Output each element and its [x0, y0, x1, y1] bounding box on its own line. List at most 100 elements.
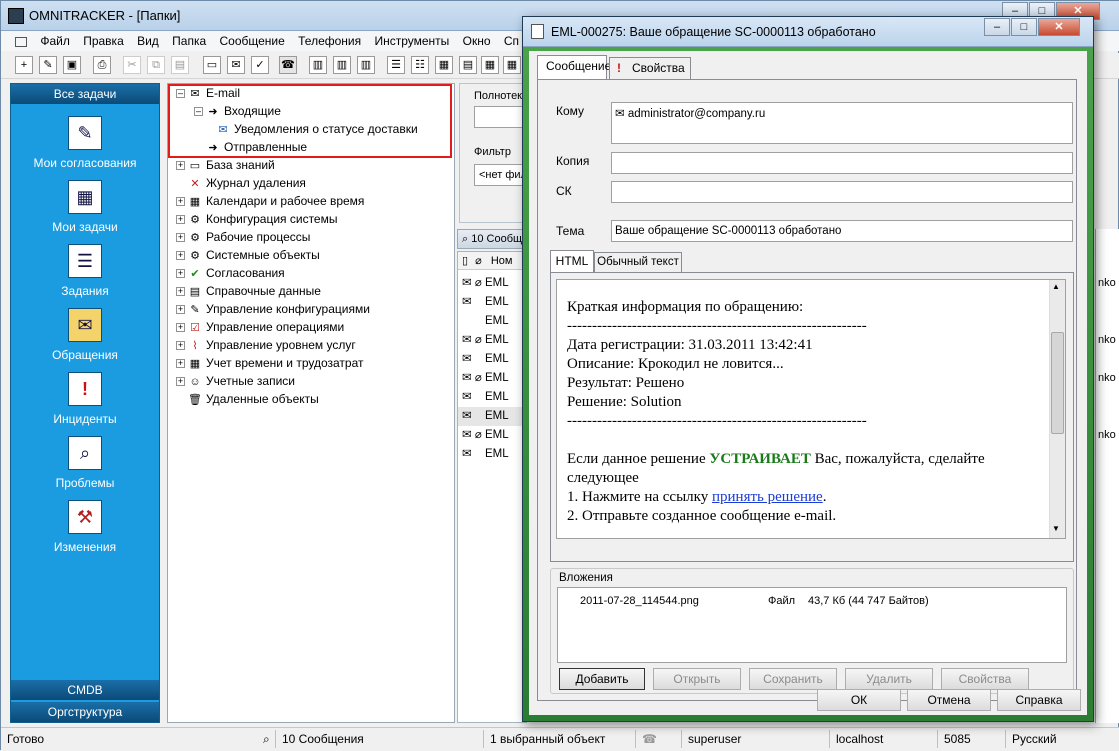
taskpane-item-problems[interactable]: ⌕ Проблемы [11, 436, 159, 490]
save-attachment-button[interactable]: Сохранить [749, 668, 837, 690]
taskpane-cmdb[interactable]: CMDB [11, 680, 159, 700]
cancel-button[interactable]: Отмена [907, 689, 991, 711]
list-icon[interactable]: ☰ [387, 56, 405, 74]
taskpane-item-assignments[interactable]: ☰ Задания [11, 244, 159, 298]
tree-node-system-config[interactable]: + ⚙ Конфигурация системы [176, 210, 337, 228]
menu-item-window[interactable]: Окно [463, 31, 491, 51]
tab-html[interactable]: HTML [550, 250, 594, 272]
menu-item-file[interactable]: Файл [40, 31, 70, 51]
expand-icon[interactable]: + [176, 251, 185, 261]
body-scrollbar[interactable]: ▲ ▼ [1049, 280, 1065, 538]
list-item[interactable]: ✉ ⌀ EML [458, 388, 524, 407]
minimize-icon[interactable]: – [984, 18, 1010, 36]
tree-node-service-level[interactable]: + ⌇ Управление уровнем услуг [176, 336, 356, 354]
window-icon[interactable]: ▭ [203, 56, 221, 74]
envelope-icon[interactable]: ✉ [227, 56, 245, 74]
tree-node-reference-data[interactable]: + ▤ Справочные данные [176, 282, 321, 300]
list-item[interactable]: ✉ ⌀ EML [458, 331, 524, 350]
list-item[interactable]: ✉ ⌀ EML [458, 426, 524, 445]
taskpane-item-my-tasks[interactable]: ▦ Мои задачи [11, 180, 159, 234]
list-item[interactable]: ✉ ⌀ EML [458, 293, 524, 312]
tab-properties[interactable]: ! Свойства [609, 57, 691, 79]
tree-node-knowledge-base[interactable]: + ▭ База знаний [176, 156, 275, 174]
cut-icon[interactable]: ✂ [123, 56, 141, 74]
ok-button[interactable]: ОК [817, 689, 901, 711]
tree-node-approvals[interactable]: + ✔ Согласования [176, 264, 285, 282]
expand-icon[interactable]: + [176, 341, 185, 351]
scroll-down-icon[interactable]: ▼ [1052, 524, 1060, 533]
layout3-icon[interactable]: ▥ [357, 56, 375, 74]
preview-icon[interactable]: ▤ [459, 56, 477, 74]
new-icon[interactable]: + [15, 56, 33, 74]
scrollbar-thumb[interactable] [1051, 332, 1064, 434]
menu-item-help[interactable]: Сп [504, 31, 519, 51]
tree-node-time-tracking[interactable]: + ▦ Учет времени и трудозатрат [176, 354, 364, 372]
print-icon[interactable]: ⎙ [93, 56, 111, 74]
open-attachment-button[interactable]: Открыть [653, 668, 741, 690]
layout2-icon[interactable]: ▥ [333, 56, 351, 74]
cc-field[interactable] [611, 152, 1073, 174]
menu-item-tools[interactable]: Инструменты [374, 31, 449, 51]
calendar-icon[interactable]: ▦ [435, 56, 453, 74]
tree-node-system-objects[interactable]: + ⚙ Системные объекты [176, 246, 320, 264]
help-button[interactable]: Справка [997, 689, 1081, 711]
subject-field[interactable]: Ваше обращение SC-0000113 обработано [611, 220, 1073, 242]
edit-icon[interactable]: ✎ [39, 56, 57, 74]
list-item-selected[interactable]: ✉ ⌀ EML [458, 407, 524, 426]
list-item[interactable]: ✉ ⌀ EML [458, 369, 524, 388]
details-icon[interactable]: ☷ [411, 56, 429, 74]
list-item[interactable]: ✉ ⌀ EML [458, 350, 524, 369]
phone-icon[interactable]: ☎ [279, 56, 297, 74]
tree-node-accounts[interactable]: + ☺ Учетные записи [176, 372, 295, 390]
maximize-icon[interactable]: □ [1011, 18, 1037, 36]
taskpane-org-structure[interactable]: Оргструктура [11, 702, 159, 722]
menu-item-message[interactable]: Сообщение [219, 31, 284, 51]
taskpane-item-incidents[interactable]: ! Инциденты [11, 372, 159, 426]
task-pane-header[interactable]: Все задачи [11, 84, 159, 104]
expand-icon[interactable]: + [176, 323, 185, 333]
taskpane-item-approvals[interactable]: ✎ Мои согласования [11, 116, 159, 170]
close-icon[interactable]: ✕ [1038, 18, 1080, 36]
menu-item-folder[interactable]: Папка [172, 31, 206, 51]
save-icon[interactable]: ▣ [63, 56, 81, 74]
add-attachment-button[interactable]: Добавить [559, 668, 645, 690]
bcc-field[interactable] [611, 181, 1073, 203]
grid-icon[interactable]: ▦ [481, 56, 499, 74]
expand-icon[interactable]: + [176, 377, 185, 387]
delete-attachment-button[interactable]: Удалить [845, 668, 933, 690]
tab-message[interactable]: Сообщение [537, 55, 611, 79]
check-icon[interactable]: ✓ [251, 56, 269, 74]
expand-icon[interactable]: + [176, 359, 185, 369]
tab-plain-text[interactable]: Обычный текст [594, 252, 682, 272]
layout1-icon[interactable]: ▥ [309, 56, 327, 74]
taskpane-item-changes[interactable]: ⚒ Изменения [11, 500, 159, 554]
tree-node-deleted-objects[interactable]: 🗑 Удаленные объекты [188, 390, 319, 408]
list-item[interactable]: ✉ ⌀ EML [458, 445, 524, 464]
to-field[interactable]: ✉ administrator@company.ru [611, 102, 1073, 144]
taskpane-item-requests[interactable]: ✉ Обращения [11, 308, 159, 362]
menu-item-edit[interactable]: Правка [83, 31, 124, 51]
tree-node-operations[interactable]: + ☑ Управление операциями [176, 318, 344, 336]
expand-icon[interactable]: + [176, 161, 185, 171]
tree-node-config-management[interactable]: + ✎ Управление конфигурациями [176, 300, 370, 318]
copy-icon[interactable]: ⧉ [147, 56, 165, 74]
accept-solution-link[interactable]: принять решение [712, 489, 823, 505]
menu-item-telephony[interactable]: Телефония [298, 31, 361, 51]
html-body-view[interactable]: Краткая информация по обращению: -------… [556, 279, 1066, 539]
menu-item-view[interactable]: Вид [137, 31, 159, 51]
expand-icon[interactable]: + [176, 305, 185, 315]
expand-icon[interactable]: + [176, 287, 185, 297]
grid2-icon[interactable]: ▦ [503, 56, 521, 74]
list-item[interactable]: ✉ ⌀ EML [458, 312, 524, 331]
tree-node-calendars[interactable]: + ▦ Календари и рабочее время [176, 192, 364, 210]
expand-icon[interactable]: + [176, 233, 185, 243]
expand-icon[interactable]: + [176, 215, 185, 225]
system-menu-icon[interactable] [15, 36, 27, 47]
tree-node-deletion-log[interactable]: ✕ Журнал удаления [188, 174, 306, 192]
paste-icon[interactable]: ▤ [171, 56, 189, 74]
expand-icon[interactable]: + [176, 269, 185, 279]
attachment-row[interactable]: 2011-07-28_114544.png Файл 43,7 Кб (44 7… [558, 592, 1066, 610]
attachment-properties-button[interactable]: Свойства [941, 668, 1029, 690]
scroll-up-icon[interactable]: ▲ [1052, 282, 1060, 291]
expand-icon[interactable]: + [176, 197, 185, 207]
